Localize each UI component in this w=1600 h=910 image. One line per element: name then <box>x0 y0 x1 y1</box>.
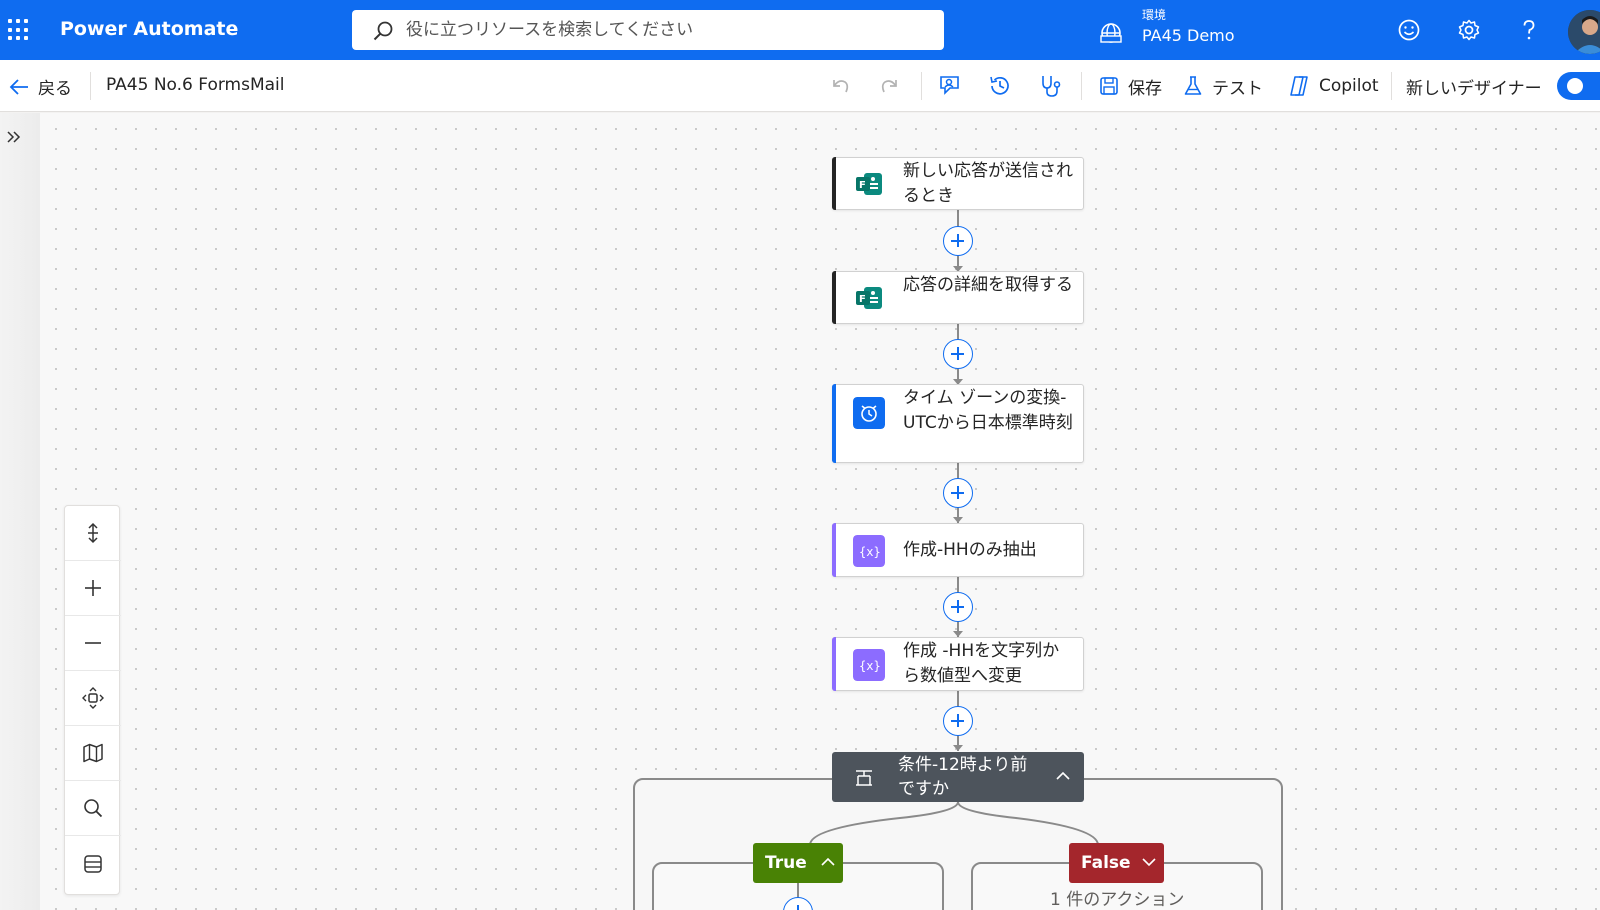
save-icon <box>1100 77 1118 95</box>
false-branch-label: False <box>1081 853 1131 873</box>
card-accent <box>832 384 836 463</box>
settings-gear-icon[interactable] <box>1456 17 1482 43</box>
add-step-button[interactable] <box>943 478 973 508</box>
globe-icon <box>1100 23 1122 43</box>
add-step-button[interactable] <box>943 706 973 736</box>
divider <box>1391 72 1392 100</box>
step-title: 新しい応答が送信されるとき <box>903 161 1073 206</box>
back-label: 戻る <box>38 79 72 99</box>
search-box[interactable] <box>352 10 944 50</box>
forms-icon: F <box>856 287 882 309</box>
copilot-label: Copilot <box>1319 76 1379 96</box>
divider <box>1081 72 1082 100</box>
svg-text:{x}: {x} <box>859 545 881 559</box>
flask-icon <box>1184 76 1202 95</box>
step-card-convert-timezone[interactable]: タイム ゾーンの変換-UTCから日本標準時刻 <box>832 384 1084 463</box>
fit-view-icon <box>82 687 104 709</box>
step-title: 作成-HHのみ抽出 <box>903 540 1037 560</box>
svg-text:F: F <box>859 180 866 191</box>
action-count: 1 件のアクション <box>1050 890 1185 910</box>
save-label: 保存 <box>1128 78 1162 99</box>
copilot-button[interactable]: Copilot <box>1287 72 1379 100</box>
collapse-all-button[interactable] <box>65 836 121 891</box>
data-operation-icon: {x} <box>853 649 885 681</box>
divider <box>90 72 91 100</box>
divider <box>921 72 922 100</box>
true-branch-button[interactable]: True <box>753 843 843 883</box>
test-button[interactable]: テスト <box>1182 72 1263 100</box>
condition-title: 条件-12時より前ですか <box>898 755 1028 799</box>
search-icon <box>84 799 103 818</box>
auto-layout-button[interactable] <box>65 506 121 561</box>
svg-text:{x}: {x} <box>859 659 881 673</box>
condition-icon <box>856 770 872 786</box>
step-card-get-response[interactable]: F 応答の詳細を取得する <box>832 271 1084 324</box>
flow-checker-icon[interactable] <box>936 72 964 100</box>
back-button[interactable]: 戻る <box>8 74 72 99</box>
feedback-smiley-icon[interactable] <box>1396 17 1422 43</box>
save-button[interactable]: 保存 <box>1098 72 1162 100</box>
add-step-button[interactable] <box>943 592 973 622</box>
card-accent <box>832 271 836 324</box>
chevron-up-icon <box>821 857 835 866</box>
flow-title: PA45 No.6 FormsMail <box>106 75 285 95</box>
app-name[interactable]: Power Automate <box>60 18 238 40</box>
canvas-controls <box>64 505 121 895</box>
left-rail <box>0 113 40 910</box>
test-label: テスト <box>1212 78 1263 99</box>
redo-icon[interactable] <box>876 72 904 100</box>
step-title: 作成 -HHを文字列から数値型へ変更 <box>903 641 1060 686</box>
step-card-trigger[interactable]: F 新しい応答が送信されるとき <box>832 157 1084 210</box>
false-branch-button[interactable]: False <box>1069 843 1164 883</box>
add-step-button[interactable] <box>943 226 973 256</box>
svg-text:F: F <box>859 294 866 305</box>
add-step-button[interactable] <box>943 339 973 369</box>
card-accent <box>832 523 836 577</box>
user-avatar[interactable] <box>1568 10 1600 54</box>
new-designer-toggle[interactable] <box>1557 72 1600 100</box>
minus-icon <box>85 642 101 644</box>
minimap-button[interactable] <box>65 726 121 781</box>
true-branch-label: True <box>765 853 807 873</box>
step-card-compose-convert[interactable]: {x} 作成 -HHを文字列から数値型へ変更 <box>832 637 1084 691</box>
search-canvas-button[interactable] <box>65 781 121 836</box>
zoom-in-button[interactable] <box>65 561 121 616</box>
map-icon <box>83 743 103 763</box>
zoom-out-button[interactable] <box>65 616 121 671</box>
step-title: 応答の詳細を取得する <box>903 275 1073 295</box>
search-input[interactable] <box>406 16 926 44</box>
command-bar: 戻る PA45 No.6 FormsMail 保存 テスト Copilot 新し… <box>0 60 1600 112</box>
arrow-head <box>953 745 963 751</box>
expand-panel-icon[interactable] <box>6 126 22 150</box>
stethoscope-icon[interactable] <box>1036 72 1064 100</box>
card-accent <box>832 637 836 691</box>
chevron-up-icon[interactable] <box>1056 771 1070 781</box>
top-header: Power Automate 環境 PA45 Demo <box>0 0 1600 60</box>
arrow-left-icon <box>9 78 28 95</box>
forms-icon: F <box>856 173 882 195</box>
clock-icon <box>853 397 885 429</box>
environment-label: 環境 <box>1142 8 1167 22</box>
condition-card[interactable]: 条件-12時より前ですか <box>832 752 1084 802</box>
help-icon[interactable] <box>1516 17 1542 43</box>
vertical-arrows-icon <box>88 522 98 544</box>
app-launcher-icon[interactable] <box>8 19 30 41</box>
chevron-down-icon <box>1142 858 1156 867</box>
step-title: タイム ゾーンの変換-UTCから日本標準時刻 <box>903 388 1073 433</box>
copilot-icon <box>1290 76 1308 96</box>
search-icon <box>373 21 393 41</box>
undo-icon[interactable] <box>826 72 854 100</box>
card-accent <box>832 157 836 210</box>
new-designer-label: 新しいデザイナー <box>1406 78 1542 99</box>
step-card-compose-hh[interactable]: {x} 作成-HHのみ抽出 <box>832 523 1084 577</box>
list-icon <box>84 854 102 873</box>
plus-icon <box>85 580 101 596</box>
fit-view-button[interactable] <box>65 671 121 726</box>
data-operation-icon: {x} <box>853 535 885 567</box>
version-history-icon[interactable] <box>986 72 1014 100</box>
environment-name: PA45 Demo <box>1142 26 1235 45</box>
